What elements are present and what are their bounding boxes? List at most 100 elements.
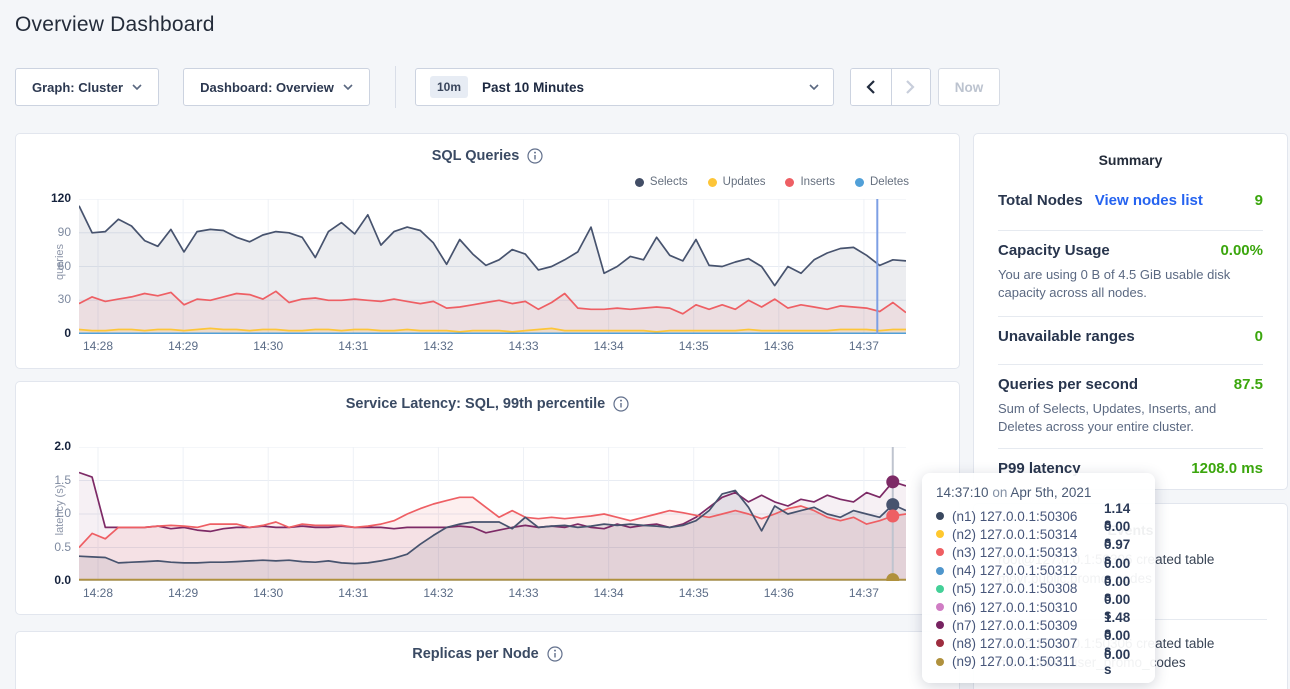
node-color-dot xyxy=(936,530,944,538)
tooltip-node-address: (n2) 127.0.0.1:50314 xyxy=(952,527,1104,542)
info-icon[interactable] xyxy=(613,396,629,412)
legend-dot xyxy=(785,178,794,187)
total-nodes-label: Total Nodes xyxy=(998,192,1083,209)
y-tick-label: 1.5 xyxy=(16,473,71,487)
y-tick-label: 60 xyxy=(16,259,71,273)
tooltip-node-address: (n5) 127.0.0.1:50308 xyxy=(952,581,1104,596)
summary-divider xyxy=(998,364,1263,365)
tooltip-node-address: (n3) 127.0.0.1:50313 xyxy=(952,545,1104,560)
x-tick-label: 14:36 xyxy=(756,339,802,353)
y-tick-label: 2.0 xyxy=(16,439,71,453)
legend-item-selects: Selects xyxy=(635,176,688,188)
x-tick-label: 14:28 xyxy=(75,339,121,353)
service-latency-card: Service Latency: SQL, 99th percentile la… xyxy=(15,381,960,615)
tooltip-node-address: (n4) 127.0.0.1:50312 xyxy=(952,563,1104,578)
dashboard-dropdown-label: Dashboard: Overview xyxy=(200,80,334,95)
replicas-per-node-title: Replicas per Node xyxy=(412,646,539,662)
replicas-per-node-card: Replicas per Node xyxy=(15,631,960,689)
node-color-dot xyxy=(936,658,944,666)
chevron-down-icon xyxy=(809,84,819,90)
tooltip-timestamp: 14:37:10 on Apr 5th, 2021 xyxy=(936,485,1141,500)
y-tick-label: 30 xyxy=(16,292,71,306)
sql-queries-card: SQL Queries Selects Updates Inserts Deletes… xyxy=(15,133,960,369)
x-tick-label: 14:29 xyxy=(160,339,206,353)
node-color-dot xyxy=(936,585,944,593)
legend-label: Updates xyxy=(723,176,766,188)
info-icon[interactable] xyxy=(547,646,563,662)
sql-chart-svg xyxy=(79,199,906,334)
sql-queries-plot[interactable] xyxy=(79,199,906,334)
time-step-buttons xyxy=(850,68,931,106)
unavailable-ranges-value: 0 xyxy=(1255,328,1263,345)
tooltip-node-address: (n8) 127.0.0.1:50307 xyxy=(952,636,1104,651)
info-icon[interactable] xyxy=(527,148,543,164)
legend-item-updates: Updates xyxy=(708,176,766,188)
x-tick-label: 14:37 xyxy=(841,339,887,353)
time-forward-button[interactable] xyxy=(891,69,931,105)
node-color-dot xyxy=(936,621,944,629)
y-tick-label: 0.5 xyxy=(16,540,71,554)
unavailable-ranges-label: Unavailable ranges xyxy=(998,328,1135,345)
legend-item-deletes: Deletes xyxy=(855,176,909,188)
legend-label: Selects xyxy=(650,176,688,188)
summary-divider xyxy=(998,230,1263,231)
x-tick-label: 14:29 xyxy=(160,586,206,600)
highlighted-data-point xyxy=(886,498,899,511)
tooltip-node-address: (n6) 127.0.0.1:50310 xyxy=(952,600,1104,615)
time-range-dropdown[interactable]: 10m Past 10 Minutes xyxy=(415,68,834,106)
x-tick-label: 14:33 xyxy=(501,586,547,600)
tooltip-node-value: 0.00 s xyxy=(1104,647,1141,677)
legend-dot xyxy=(635,178,644,187)
time-range-label: Past 10 Minutes xyxy=(482,80,809,95)
node-color-dot xyxy=(936,639,944,647)
legend-label: Deletes xyxy=(870,176,909,188)
graph-dropdown[interactable]: Graph: Cluster xyxy=(15,68,159,106)
x-tick-label: 14:28 xyxy=(75,586,121,600)
tooltip-node-address: (n1) 127.0.0.1:50306 xyxy=(952,509,1104,524)
x-tick-label: 14:31 xyxy=(330,586,376,600)
dashboard-dropdown[interactable]: Dashboard: Overview xyxy=(183,68,370,106)
highlighted-data-point xyxy=(886,475,899,488)
x-tick-label: 14:36 xyxy=(756,586,802,600)
capacity-usage-label: Capacity Usage xyxy=(998,242,1110,259)
tooltip-node-address: (n9) 127.0.0.1:50311 xyxy=(952,654,1104,669)
x-tick-label: 14:30 xyxy=(245,339,291,353)
sql-queries-title: SQL Queries xyxy=(432,148,520,164)
chevron-down-icon xyxy=(132,84,142,90)
view-nodes-list-link[interactable]: View nodes list xyxy=(1095,192,1203,209)
p99-latency-value: 1208.0 ms xyxy=(1191,460,1263,477)
chevron-left-icon xyxy=(866,80,875,94)
service-latency-plot[interactable] xyxy=(79,447,906,581)
time-range-badge: 10m xyxy=(430,76,468,98)
summary-divider xyxy=(998,448,1263,449)
now-button[interactable]: Now xyxy=(938,68,1000,106)
x-tick-label: 14:32 xyxy=(415,339,461,353)
x-tick-label: 14:34 xyxy=(586,586,632,600)
x-tick-label: 14:33 xyxy=(501,339,547,353)
y-tick-label: 120 xyxy=(16,191,71,205)
y-tick-label: 0.0 xyxy=(16,573,71,587)
tooltip-row: (n9) 127.0.0.1:503110.00 s xyxy=(936,653,1141,671)
capacity-usage-description: You are using 0 B of 4.5 GiB usable disk… xyxy=(998,266,1263,302)
tooltip-node-address: (n7) 127.0.0.1:50309 xyxy=(952,618,1104,633)
x-tick-label: 14:30 xyxy=(245,586,291,600)
total-nodes-value: 9 xyxy=(1255,192,1263,209)
x-tick-label: 14:31 xyxy=(330,339,376,353)
node-color-dot xyxy=(936,567,944,575)
legend-label: Inserts xyxy=(800,176,835,188)
legend-item-inserts: Inserts xyxy=(785,176,835,188)
page-title: Overview Dashboard xyxy=(15,13,215,37)
chart-hover-tooltip: 14:37:10 on Apr 5th, 2021 (n1) 127.0.0.1… xyxy=(922,473,1155,683)
node-color-dot xyxy=(936,512,944,520)
time-back-button[interactable] xyxy=(851,69,891,105)
summary-header: Summary xyxy=(974,152,1287,168)
y-tick-label: 90 xyxy=(16,225,71,239)
queries-per-second-description: Sum of Selects, Updates, Inserts, and De… xyxy=(998,400,1263,436)
legend-dot xyxy=(708,178,717,187)
x-tick-label: 14:32 xyxy=(415,586,461,600)
node-color-dot xyxy=(936,548,944,556)
x-tick-label: 14:37 xyxy=(841,586,887,600)
x-tick-label: 14:35 xyxy=(671,586,717,600)
queries-per-second-label: Queries per second xyxy=(998,376,1138,393)
capacity-usage-value: 0.00% xyxy=(1220,242,1263,259)
